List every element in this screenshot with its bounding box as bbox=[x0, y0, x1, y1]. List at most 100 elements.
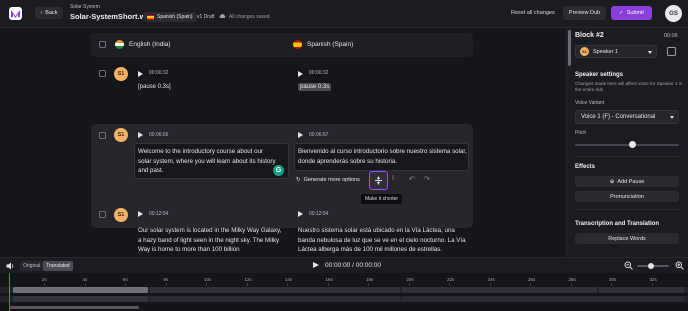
timeline-scrollbar[interactable] bbox=[9, 306, 139, 309]
zoom-in-icon[interactable] bbox=[675, 261, 684, 270]
select-all-checkbox[interactable] bbox=[99, 41, 106, 48]
segment-checkbox[interactable] bbox=[99, 70, 106, 77]
editor-main: English (India) Spanish (Spain) S1 00:00… bbox=[0, 28, 566, 257]
speaker-badge[interactable]: S1 bbox=[114, 67, 128, 81]
back-label: Back bbox=[45, 10, 58, 16]
target-text[interactable]: pause 0.3s bbox=[298, 83, 332, 91]
source-text[interactable]: Our solar system is located in the Milky… bbox=[138, 226, 286, 255]
pronunciation-button[interactable]: Pronunciation bbox=[575, 191, 679, 202]
ruler-label: 30s bbox=[609, 277, 617, 282]
effects-title: Effects bbox=[575, 164, 596, 170]
spain-flag-icon bbox=[293, 40, 302, 49]
target-text: Bienvenido al curso introductorio sobre … bbox=[298, 148, 467, 165]
block-title: Block #2 bbox=[575, 32, 604, 39]
timeline[interactable]: 2s 4s 6s 8s 10s 12s 14s 16s 18s 20s 22s 24s 26s 28s 30… bbox=[0, 273, 688, 311]
chevron-left-icon: ‹ bbox=[40, 10, 43, 16]
compress-icon bbox=[375, 176, 382, 185]
reset-all-button[interactable]: Reset all changes bbox=[511, 10, 555, 16]
audio-segment[interactable] bbox=[13, 296, 148, 302]
play-source-icon[interactable] bbox=[138, 211, 143, 217]
ruler-tick bbox=[287, 283, 288, 286]
pitch-slider[interactable] bbox=[575, 144, 679, 146]
time-display: 00:00:00 / 00:00:00 bbox=[325, 262, 382, 269]
user-avatar[interactable]: GS bbox=[665, 5, 682, 22]
pitch-slider-handle[interactable] bbox=[628, 141, 636, 148]
speaker-badge[interactable]: S1 bbox=[114, 128, 128, 142]
ruler-label: 18s bbox=[366, 277, 374, 282]
make-shorter-button[interactable] bbox=[369, 171, 388, 190]
ruler-label: 14s bbox=[285, 277, 293, 282]
voice-variant-select[interactable]: Voice 1 (F) - Conversational bbox=[575, 110, 679, 124]
ruler-label: 32s bbox=[649, 277, 657, 282]
speaker-select[interactable]: S1 Speaker 1 bbox=[575, 45, 657, 58]
volume-icon[interactable] bbox=[6, 262, 15, 270]
ruler-tick bbox=[165, 283, 167, 286]
ruler-tick bbox=[44, 283, 45, 286]
language-pill[interactable]: Spanish (Spain) bbox=[143, 12, 197, 22]
voice-variant-value: Voice 1 (F) - Conversational bbox=[581, 114, 656, 120]
add-pause-button[interactable]: ⊕ Add Pause bbox=[575, 176, 679, 187]
source-text-editor[interactable]: Welcome to the introductory course about… bbox=[134, 143, 289, 179]
play-target-icon[interactable] bbox=[298, 211, 303, 217]
mode-original-button[interactable]: Original bbox=[20, 261, 43, 271]
ruler-label: 28s bbox=[568, 277, 576, 282]
segment-checkbox[interactable] bbox=[99, 211, 106, 218]
audio-segment[interactable] bbox=[150, 287, 400, 293]
speaker-settings-note: Changes made here will affect voice for … bbox=[575, 81, 683, 92]
india-flag-icon bbox=[115, 40, 124, 49]
audio-segment[interactable] bbox=[402, 287, 597, 293]
language-pill-label: Spanish (Spain) bbox=[157, 14, 193, 20]
check-icon: ✓ bbox=[619, 10, 624, 16]
top-bar: ‹ Back Solar System Solar-SystemShort.wa… bbox=[0, 0, 688, 28]
source-timestamp: 00:00:32 bbox=[149, 70, 169, 76]
target-timestamp: 00:00:32 bbox=[309, 70, 329, 76]
target-text[interactable]: Nuestro sistema solar está ubicado en la… bbox=[298, 226, 470, 255]
undo-icon[interactable]: ↶ bbox=[409, 175, 415, 183]
play-target-icon[interactable] bbox=[298, 132, 303, 138]
chevron-down-icon bbox=[648, 51, 652, 54]
speaker-badge[interactable]: S1 bbox=[114, 208, 128, 222]
ruler-tick bbox=[206, 283, 207, 286]
play-source-icon[interactable] bbox=[138, 132, 143, 138]
spain-flag-icon bbox=[147, 14, 154, 20]
ruler-tick bbox=[125, 283, 126, 286]
cloud-icon bbox=[219, 14, 226, 18]
app-logo[interactable] bbox=[9, 7, 22, 20]
replace-words-button[interactable]: Replace Words bbox=[575, 233, 679, 244]
source-text[interactable]: [pause 0.3s] bbox=[138, 84, 171, 90]
playback-mode-toggle[interactable]: Original Translated bbox=[20, 261, 73, 271]
timeline-track-translated[interactable] bbox=[0, 296, 688, 302]
language-header: English (India) Spanish (Spain) bbox=[91, 33, 473, 57]
audio-segment[interactable] bbox=[402, 296, 684, 302]
generate-more-button[interactable]: ↻ Generate more options bbox=[296, 177, 360, 183]
ruler-label: 2s bbox=[42, 277, 47, 282]
panel-scrollbar[interactable] bbox=[568, 30, 571, 66]
audio-segment[interactable] bbox=[150, 296, 400, 302]
target-text-editor[interactable]: Bienvenido al curso introductorio sobre … bbox=[294, 143, 469, 171]
zoom-out-icon[interactable] bbox=[624, 261, 633, 270]
audio-segment[interactable] bbox=[599, 287, 684, 293]
back-button[interactable]: ‹ Back bbox=[35, 7, 63, 19]
block-time: 00:06 bbox=[664, 33, 678, 39]
submit-button[interactable]: ✓ Submit bbox=[611, 6, 652, 20]
redo-icon[interactable]: ↷ bbox=[424, 175, 430, 183]
ruler-tick bbox=[84, 283, 86, 286]
ruler-label: 20s bbox=[406, 277, 414, 282]
preview-dub-button[interactable]: Preview Dub bbox=[563, 6, 606, 20]
segment-checkbox[interactable] bbox=[99, 132, 106, 139]
project-label: Solar System bbox=[70, 4, 100, 10]
mode-translated-button[interactable]: Translated bbox=[43, 261, 73, 271]
speaker-settings-icon[interactable] bbox=[667, 47, 676, 56]
text-cursor-icon[interactable]: I bbox=[392, 175, 394, 182]
add-pause-label: Add Pause bbox=[617, 178, 645, 185]
segment-row: S1 00:00:32 00:00:32 [pause 0.3s] pause … bbox=[91, 66, 473, 106]
grammarly-icon[interactable]: G bbox=[273, 165, 284, 176]
audio-segment[interactable] bbox=[13, 287, 148, 293]
play-icon[interactable] bbox=[313, 262, 319, 268]
play-target-icon[interactable] bbox=[298, 71, 303, 77]
source-text: Welcome to the introductory course about… bbox=[138, 148, 276, 174]
timeline-track-original[interactable] bbox=[0, 287, 688, 293]
zoom-slider-handle[interactable] bbox=[648, 263, 654, 269]
pause-tag[interactable]: pause 0.3s bbox=[298, 83, 332, 91]
play-source-icon[interactable] bbox=[138, 71, 143, 77]
